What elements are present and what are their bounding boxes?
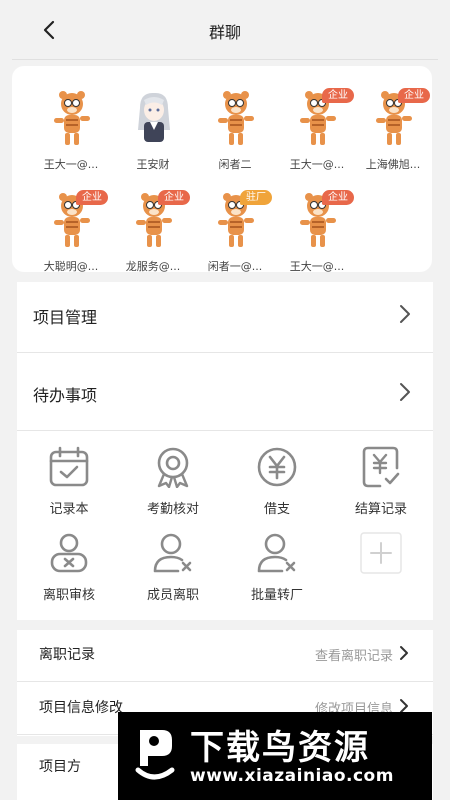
user-transfer-icon — [257, 533, 296, 573]
watermark-banner: 下载鸟资源 www.xiazainiao.com — [118, 712, 432, 800]
enterprise-badge: 企业 — [322, 88, 354, 103]
member-grid: 王大一@... 王安财 闲者二 企业 王大一@... 企业 上海佛旭... 企业… — [12, 66, 434, 273]
award-ribbon-icon — [157, 447, 189, 488]
attendance-check-button[interactable]: 考勤核对 — [121, 446, 225, 526]
yen-document-icon — [362, 446, 400, 488]
todo-row[interactable]: 待办事项 — [17, 354, 433, 431]
member-item[interactable]: 驻厂 闲者一@... — [194, 184, 276, 280]
tiger-avatar-icon — [54, 91, 90, 145]
member-item[interactable]: 企业 龙服务@... — [112, 184, 194, 280]
watermark-title: 下载鸟资源 — [190, 728, 370, 768]
record-book-button[interactable]: 记录本 — [17, 446, 121, 526]
add-function-button[interactable] — [329, 532, 433, 612]
member-item[interactable]: 闲者二 — [194, 82, 276, 178]
member-item[interactable]: 企业 王大一@... — [276, 82, 358, 178]
tiger-avatar-icon — [218, 91, 254, 145]
chevron-right-icon — [400, 646, 408, 660]
enterprise-badge: 企业 — [76, 190, 108, 205]
enterprise-badge: 企业 — [158, 190, 190, 205]
member-item[interactable]: 王大一@... — [30, 82, 112, 178]
onsite-badge: 驻厂 — [240, 190, 272, 205]
enterprise-badge: 企业 — [398, 88, 430, 103]
bird-logo-icon — [135, 730, 175, 780]
chevron-right-icon — [400, 383, 410, 401]
resignation-review-button[interactable]: 离职审核 — [17, 532, 121, 612]
calendar-check-icon — [49, 446, 89, 487]
member-item[interactable]: 王安财 — [112, 82, 194, 178]
user-remove-icon — [153, 533, 192, 573]
project-management-row[interactable]: 项目管理 — [17, 282, 433, 353]
view-leave-record-link[interactable]: 查看离职记录 — [315, 645, 393, 664]
project-menu-card: 项目管理 待办事项 记录本 考勤核对 借支 结算记录 离职审核 成员离职 批量转… — [17, 282, 433, 620]
settlement-record-button[interactable]: 结算记录 — [329, 446, 433, 526]
batch-transfer-button[interactable]: 批量转厂 — [225, 532, 329, 612]
plus-add-icon — [360, 532, 402, 574]
yen-coin-icon — [257, 447, 297, 487]
top-bar: 群聊 — [12, 0, 438, 60]
chevron-right-icon — [400, 305, 410, 323]
member-resign-button[interactable]: 成员离职 — [121, 532, 225, 612]
page-title: 群聊 — [208, 23, 241, 42]
leave-record-row[interactable]: 离职记录 查看离职记录 — [17, 630, 433, 682]
advance-loan-button[interactable]: 借支 — [225, 446, 329, 526]
user-x-card-icon — [50, 533, 88, 573]
member-item[interactable]: 企业 王大一@... — [276, 184, 358, 280]
member-item[interactable]: 企业 上海佛旭... — [352, 82, 434, 178]
enterprise-badge: 企业 — [322, 190, 354, 205]
member-item[interactable]: 企业 大聪明@... — [30, 184, 112, 280]
watermark-url: www.xiazainiao.com — [190, 766, 394, 786]
anime-avatar-icon — [138, 92, 170, 142]
